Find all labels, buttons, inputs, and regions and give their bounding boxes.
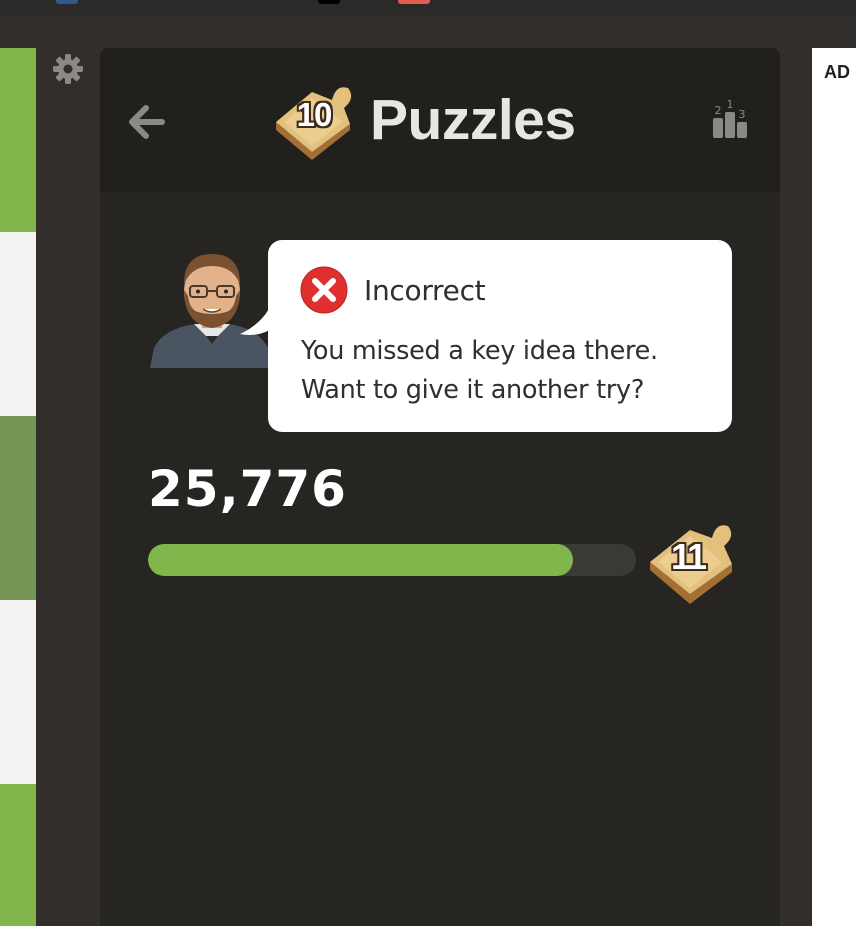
feedback-message: You missed a key idea there. Want to giv… (301, 336, 658, 405)
leaderboard-button[interactable]: 2 1 3 (708, 96, 752, 140)
gear-icon[interactable] (52, 53, 84, 85)
podium-rank: 3 (739, 108, 746, 121)
podium-rank: 2 (715, 104, 722, 117)
tab-indicator (56, 0, 78, 4)
ad-column[interactable]: AD (812, 48, 856, 926)
board-square[interactable] (0, 416, 36, 600)
progress-fill (148, 544, 573, 576)
next-level-number: 11 (670, 536, 707, 577)
puzzle-rating-score: 25,776 (148, 460, 347, 518)
tab-indicator (318, 0, 340, 4)
arrow-left-icon (129, 105, 165, 139)
podium-rank: 1 (727, 98, 734, 111)
panel-header: 10 Puzzles 2 1 3 (100, 48, 780, 192)
board-square[interactable] (0, 600, 36, 784)
board-square[interactable] (0, 232, 36, 416)
chessboard-edge[interactable] (0, 48, 36, 926)
back-button[interactable] (124, 100, 168, 144)
board-square[interactable] (0, 784, 36, 926)
page-title: 10 Puzzles (272, 78, 576, 162)
x-circle-icon (300, 266, 348, 314)
leaderboard-podium-icon: 2 1 3 (713, 98, 747, 138)
tab-indicator (398, 0, 430, 4)
feedback-header: Incorrect (300, 266, 486, 314)
ad-label: AD (824, 62, 850, 82)
feedback-title: Incorrect (364, 273, 486, 307)
next-level-badge: 11 (646, 516, 738, 606)
level-number: 10 (296, 96, 333, 133)
puzzle-level-badge: 10 (272, 78, 356, 162)
level-progress-bar (148, 544, 636, 576)
browser-tab-strip (0, 0, 856, 16)
puzzles-panel: 10 Puzzles 2 1 3 Incorrect You missed a … (100, 48, 780, 926)
feedback-bubble: Incorrect You missed a key idea there. W… (268, 240, 732, 432)
board-square[interactable] (0, 48, 36, 232)
title-text: Puzzles (370, 88, 576, 152)
